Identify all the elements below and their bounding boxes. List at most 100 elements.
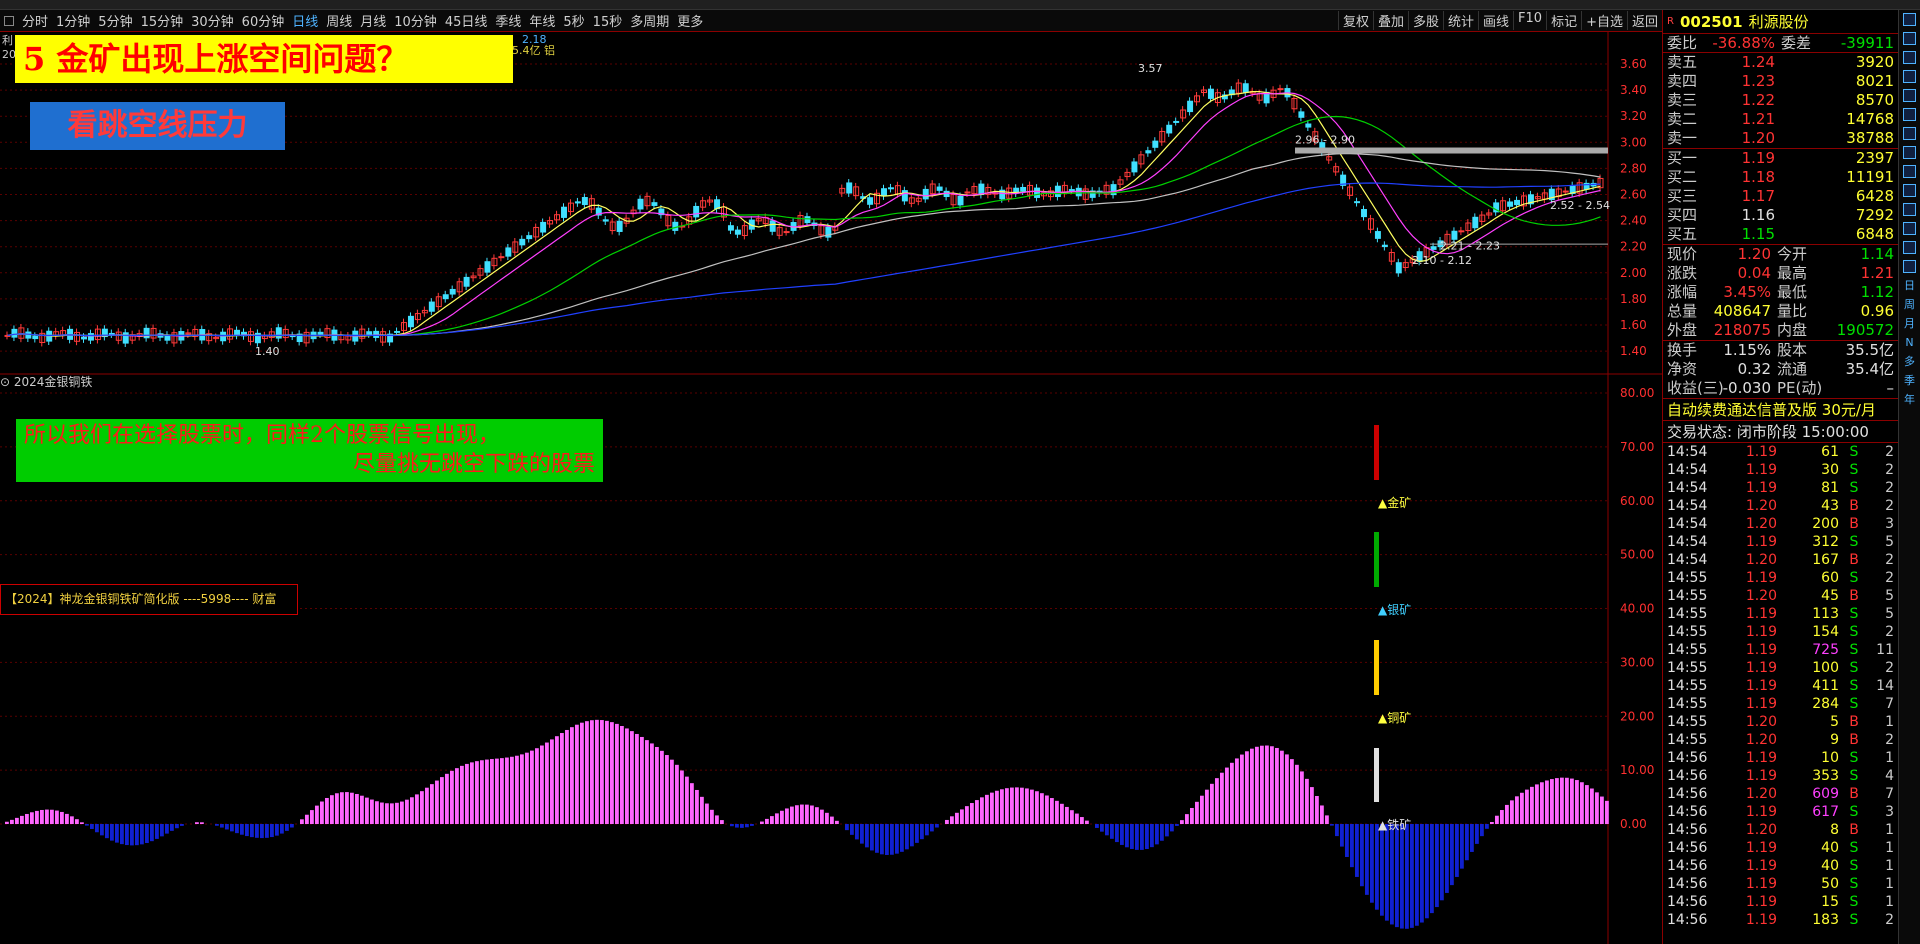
tick-time: 14:56 (1667, 894, 1708, 910)
indicator-bar (525, 752, 529, 824)
sidebar-tool-icon[interactable] (1903, 127, 1916, 140)
stock-name[interactable]: 利源股份 (1749, 11, 1809, 32)
tick-side: S (1849, 570, 1859, 586)
tick-volume: 15 (1821, 894, 1839, 910)
toolbar-right-button[interactable]: 返回 (1626, 11, 1662, 30)
period-tab[interactable]: 5秒 (559, 11, 588, 30)
indicator-bar (1230, 762, 1234, 824)
candle-body (1381, 244, 1388, 248)
indicator-bar (655, 746, 659, 824)
indicator-bar (930, 824, 934, 832)
tick-time: 14:54 (1667, 534, 1708, 550)
sidebar-tool-icon[interactable] (1903, 146, 1916, 159)
period-tab[interactable]: 15秒 (589, 11, 627, 30)
sidebar-tool-icon[interactable] (1903, 260, 1916, 273)
toolbar-grip[interactable] (4, 15, 14, 26)
sidebar-tool-icon[interactable] (1903, 32, 1916, 45)
ad-banner[interactable]: 自动续费通达信普及版 30元/月 (1663, 399, 1898, 421)
stat-label: 净资 (1667, 360, 1698, 378)
indicator-bar (55, 810, 59, 824)
ask-row: 卖四 1.23 8021 (1663, 72, 1898, 91)
period-tab[interactable]: 45日线 (441, 11, 492, 30)
sidebar-tool-icon[interactable] (1903, 184, 1916, 197)
sidebar-tool-icon[interactable] (1903, 108, 1916, 121)
sidebar-period-button[interactable]: 多 (1899, 352, 1920, 371)
period-tab[interactable]: 60分钟 (238, 11, 289, 30)
sidebar-tool-icon[interactable] (1903, 70, 1916, 83)
indicator-bar (1475, 824, 1479, 844)
indicator-bar (975, 800, 979, 824)
indicator-bar (1055, 800, 1059, 824)
period-tab[interactable]: 月线 (356, 11, 390, 30)
stat-label: 外盘 (1667, 321, 1698, 339)
period-tab[interactable]: 日线 (288, 11, 322, 30)
candle-body (574, 201, 581, 204)
tick-time: 14:56 (1667, 750, 1708, 766)
candle-body (1145, 150, 1152, 154)
sidebar-period-button[interactable]: 月 (1899, 314, 1920, 333)
sidebar-tool-icon[interactable] (1903, 89, 1916, 102)
period-tab[interactable]: 更多 (673, 11, 707, 30)
period-tab[interactable]: 年线 (525, 11, 559, 30)
toolbar-right-button[interactable]: 标记 (1546, 11, 1581, 30)
indicator-bar (405, 799, 409, 824)
sidebar-tool-icon[interactable] (1903, 165, 1916, 178)
indicator-bar (1065, 806, 1069, 824)
sidebar-period-button[interactable]: 季 (1899, 371, 1920, 390)
candle-body (957, 195, 964, 206)
sidebar-tool-icon[interactable] (1903, 222, 1916, 235)
indicator-bar (735, 824, 739, 828)
indicator-bar (470, 762, 474, 824)
toolbar-right-button[interactable]: F10 (1513, 11, 1546, 30)
tick-row: 14:55 1.20 5 B 1 (1663, 713, 1898, 731)
sidebar-period-button[interactable]: 日 (1899, 276, 1920, 295)
stock-code[interactable]: 002501 (1680, 13, 1743, 31)
indicator-bar (1410, 824, 1414, 928)
indicator-tick-label: 30.00 (1620, 655, 1654, 669)
indicator-bar (880, 824, 884, 855)
tick-volume: 5 (1830, 714, 1839, 730)
sidebar-period-button[interactable]: 周 (1899, 295, 1920, 314)
period-tab[interactable]: 10分钟 (390, 11, 441, 30)
indicator-bar (500, 758, 504, 824)
indicator-bar (510, 756, 514, 824)
kline-chart-area[interactable]: 3.60 3.40 3.20 3.00 2.80 2.60 2.40 2.20 2.00 1.80… (0, 32, 1662, 944)
sidebar-tool-icon[interactable] (1903, 51, 1916, 64)
period-tab[interactable]: 多周期 (626, 11, 673, 30)
period-tab[interactable]: 30分钟 (187, 11, 238, 30)
period-tab[interactable]: 15分钟 (137, 11, 188, 30)
toolbar-right-button[interactable]: +自选 (1581, 11, 1627, 30)
ask-row-price: 1.23 (1741, 72, 1775, 90)
period-tab[interactable]: 季线 (491, 11, 525, 30)
ask-row: 卖一 1.20 38788 (1663, 129, 1898, 148)
tick-count: 2 (1885, 624, 1894, 640)
indicator-bar (390, 803, 394, 824)
candle-body (533, 226, 540, 238)
toolbar-right-button[interactable]: 复权 (1337, 11, 1373, 30)
period-tab[interactable]: 周线 (322, 11, 356, 30)
period-tab[interactable]: 5分钟 (94, 11, 136, 30)
toolbar-right-button[interactable]: 统计 (1443, 11, 1478, 30)
indicator-title[interactable]: ⊙ 2024金银铜铁 (0, 373, 92, 390)
tick-list[interactable]: 14:54 1.19 61 S 2 14:54 1.19 30 S 2 14:54 1.19 81 S 2 1… (1663, 443, 1898, 929)
toolbar-right-button[interactable]: 叠加 (1372, 11, 1408, 30)
sidebar-tool-icon[interactable] (1903, 13, 1916, 26)
sidebar-tool-icon[interactable] (1903, 203, 1916, 216)
sidebar-period-button[interactable]: 年 (1899, 390, 1920, 409)
sidebar-period-button[interactable]: N (1899, 333, 1920, 352)
sidebar-tool-icon[interactable] (1903, 241, 1916, 254)
toolbar-right-button[interactable]: 多股 (1407, 11, 1443, 30)
period-tab[interactable]: 分时 (18, 11, 52, 30)
signal-label: ▲银矿 (1378, 603, 1411, 617)
indicator-bar (555, 736, 559, 824)
indicator-bar (970, 803, 974, 824)
indicator-bar (400, 801, 404, 824)
toolbar-right-button[interactable]: 画线 (1478, 11, 1513, 30)
indicator-bar (1000, 789, 1004, 824)
signal-label: ▲铜矿 (1378, 710, 1411, 725)
tick-count: 1 (1885, 894, 1894, 910)
tick-row: 14:56 1.19 15 S 1 (1663, 893, 1898, 911)
date-short-label: 20 (2, 48, 16, 61)
tick-volume: 154 (1812, 624, 1839, 640)
period-tab[interactable]: 1分钟 (52, 11, 94, 30)
